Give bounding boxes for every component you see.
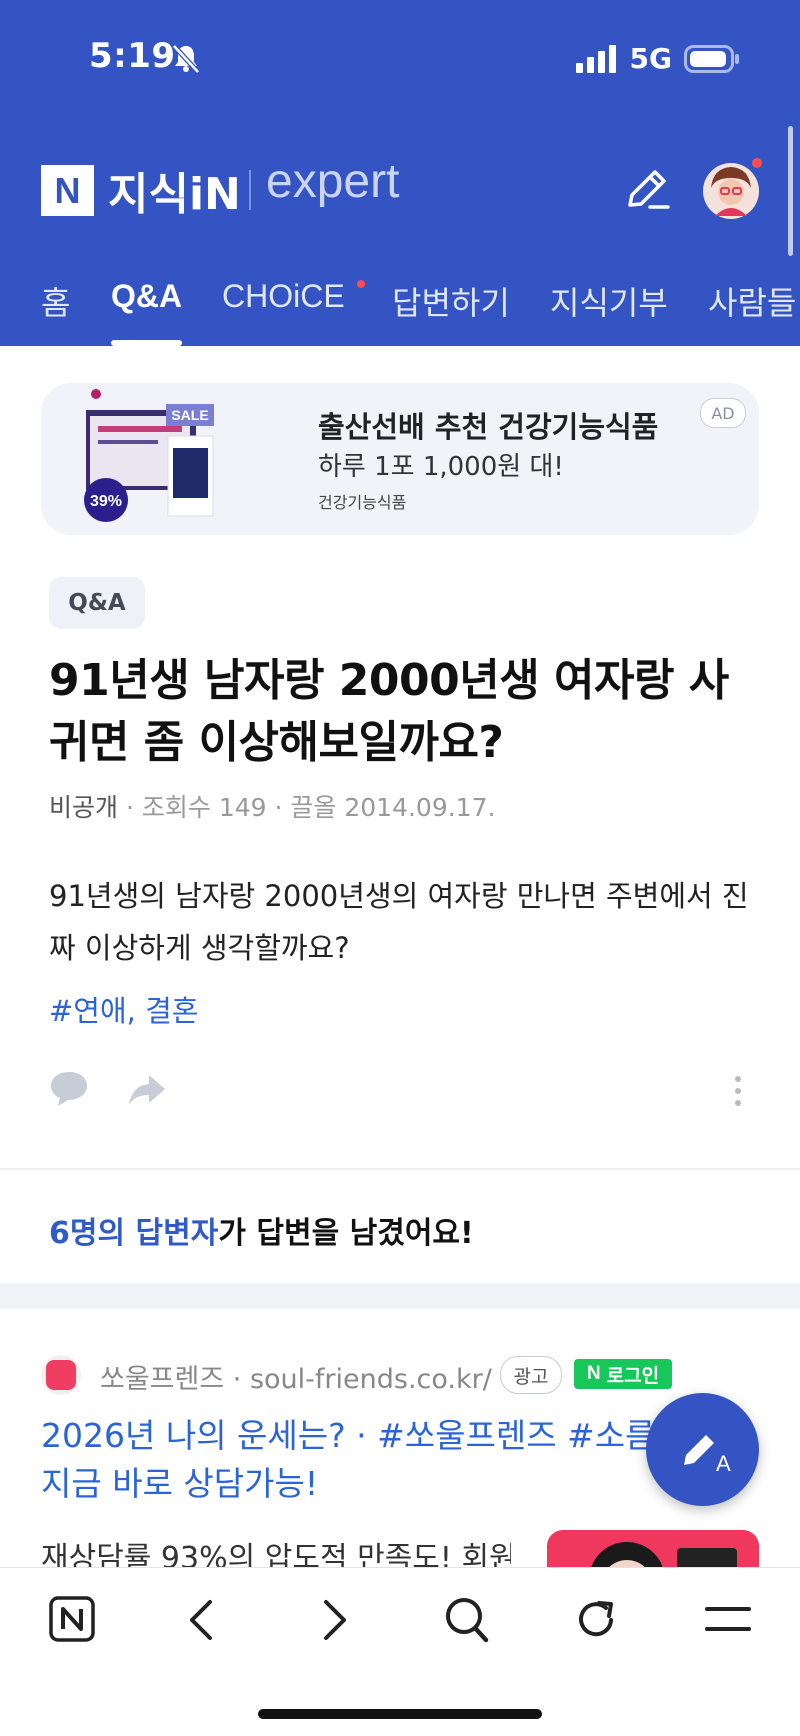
kin-logo-text[interactable]: 지식iN bbox=[108, 158, 241, 222]
write-pencil-icon[interactable] bbox=[622, 165, 672, 215]
menu-icon[interactable] bbox=[704, 1604, 752, 1634]
write-answer-fab[interactable]: A bbox=[646, 1393, 759, 1506]
ad-subtitle: 하루 1포 1,000원 대! bbox=[318, 452, 564, 482]
section-separator bbox=[0, 1283, 800, 1309]
tab-choice-dot bbox=[357, 280, 365, 288]
question-date: 끌올 2014.09.17. bbox=[290, 793, 496, 822]
tab-home[interactable]: 홈 bbox=[41, 278, 70, 324]
question-meta: 비공개 · 조회수 149 · 끌올 2014.09.17. bbox=[49, 788, 495, 824]
tab-qa[interactable]: Q&A bbox=[111, 278, 182, 315]
back-arrow-icon[interactable] bbox=[186, 1598, 216, 1642]
expert-logo[interactable]: expert bbox=[266, 154, 399, 209]
naver-home-icon[interactable] bbox=[48, 1595, 96, 1643]
battery-icon bbox=[684, 44, 739, 73]
naver-logo[interactable]: N bbox=[41, 165, 94, 216]
ad-category: 건강기능식품 bbox=[318, 493, 407, 512]
share-icon[interactable] bbox=[127, 1073, 167, 1107]
more-options-icon[interactable] bbox=[732, 1075, 744, 1107]
network-label: 5G bbox=[629, 42, 672, 75]
home-indicator[interactable] bbox=[258, 1709, 542, 1719]
sponsor-domain: soul-friends.co.kr/ bbox=[249, 1364, 492, 1395]
profile-avatar[interactable] bbox=[701, 158, 763, 220]
sponsor-source[interactable]: 쏘울프렌즈 · soul-friends.co.kr/ bbox=[100, 1357, 492, 1396]
signal-icon bbox=[575, 44, 616, 73]
meta-dot: · bbox=[274, 793, 291, 822]
sponsor-name: 쏘울프렌즈 bbox=[100, 1364, 225, 1395]
question-hashtag[interactable]: #연애, 결혼 bbox=[49, 988, 198, 1030]
qa-tag: Q&A bbox=[49, 577, 145, 629]
sponsor-title[interactable]: 2026년 나의 운세는? · #쏘울프렌즈 #소름 지금 바로 상담가능! bbox=[41, 1412, 661, 1508]
tab-choice[interactable]: CHOiCE bbox=[222, 278, 345, 315]
meta-dot: · bbox=[232, 1364, 250, 1395]
question-title: 91년생 남자랑 2000년생 여자랑 사귀면 좀 이상해보일까요? bbox=[49, 655, 729, 768]
scrollbar[interactable] bbox=[788, 126, 793, 256]
naver-n-icon: N bbox=[586, 1363, 601, 1384]
sponsor-title-line2: 지금 바로 상담가능! bbox=[41, 1464, 319, 1503]
question-body: 91년생의 남자랑 2000년생의 여자랑 만나면 주변에서 진짜 이상하게 생… bbox=[49, 879, 749, 965]
active-tab-indicator bbox=[111, 340, 182, 346]
answerer-count[interactable]: 6명의 답변자 bbox=[49, 1216, 218, 1251]
sponsor-thumbnail[interactable] bbox=[547, 1530, 759, 1570]
ad-product-image[interactable]: SALE 39% bbox=[78, 388, 228, 528]
naver-login-badge[interactable]: N 로그인 bbox=[574, 1359, 672, 1389]
tab-donate[interactable]: 지식기부 bbox=[550, 278, 668, 324]
sponsor-title-line1: 2026년 나의 운세는? · #쏘울프렌즈 #소름 bbox=[41, 1416, 656, 1455]
tab-people[interactable]: 사람들 bbox=[708, 278, 796, 324]
answers-summary-text: 가 답변을 남겼어요! bbox=[218, 1216, 474, 1251]
section-divider bbox=[0, 1168, 800, 1170]
thumbnail-person-image bbox=[590, 1542, 737, 1570]
logo-divider bbox=[249, 170, 251, 210]
question-views: 조회수 149 bbox=[141, 793, 267, 822]
question-author: 비공개 bbox=[49, 793, 119, 822]
sponsor-ad-badge: 광고 bbox=[500, 1356, 562, 1394]
ad-discount-label: 39% bbox=[90, 493, 122, 510]
login-label: 로그인 bbox=[606, 1364, 660, 1387]
ad-sale-label: SALE bbox=[171, 407, 208, 423]
svg-text:A: A bbox=[716, 1451, 731, 1476]
answers-summary: 6명의 답변자가 답변을 남겼어요! bbox=[49, 1208, 474, 1252]
comment-icon[interactable] bbox=[49, 1070, 89, 1108]
refresh-icon[interactable] bbox=[575, 1596, 619, 1642]
forward-arrow-icon[interactable] bbox=[320, 1598, 350, 1642]
meta-dot: · bbox=[125, 793, 142, 822]
status-time: 5:19 bbox=[89, 36, 176, 76]
pencil-a-icon: A bbox=[684, 1435, 731, 1476]
main-tabs: 홈 Q&A CHOiCE 답변하기 지식기부 사람들 bbox=[0, 270, 800, 330]
ad-badge: AD bbox=[700, 398, 746, 428]
silent-bell-icon bbox=[172, 44, 200, 74]
search-icon[interactable] bbox=[444, 1596, 490, 1644]
tab-answer[interactable]: 답변하기 bbox=[392, 278, 510, 324]
ad-title[interactable]: 출산선배 추천 건강기능식품 bbox=[318, 404, 658, 446]
sponsor-logo[interactable] bbox=[41, 1355, 81, 1395]
